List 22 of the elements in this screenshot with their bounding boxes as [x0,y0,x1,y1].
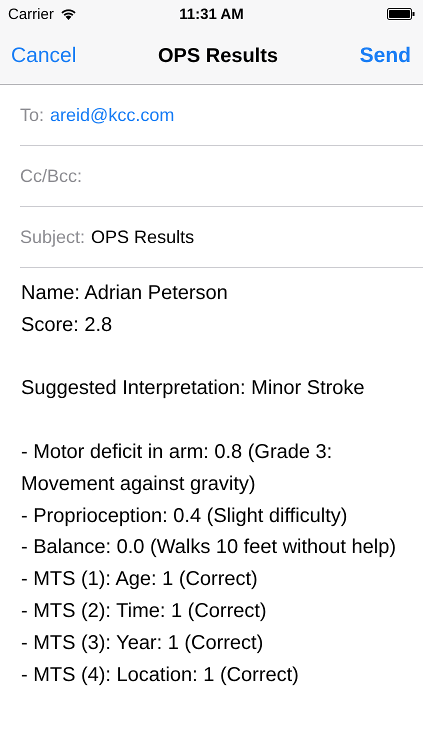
field-label: Subject: [20,226,86,248]
nav-title: OPS Results [158,44,278,68]
send-button[interactable]: Send [360,44,411,68]
message-line: - MTS (2): Time: 1 (Correct) [21,598,268,624]
message-line: - Proprioception: 0.4 (Slight difficulty) [21,504,348,529]
message-line: Score: 2.8 [21,312,114,338]
recipient-address[interactable]: areid@kcc.com [50,104,174,126]
message-line: Suggested Interpretation: Minor Stroke [21,376,366,402]
message-line: - MTS (3): Year: 1 (Correct) [21,630,264,656]
field-label: To: [20,104,44,126]
message-line: - MTS (1): Age: 1 (Correct) [21,567,259,592]
field-label: Cc/Bcc: [20,166,82,186]
subject-value[interactable]: OPS Results [91,226,194,248]
message-line: - Motor deficit in arm: 0.8 (Grade 3: Movement against gravity) [21,440,334,497]
battery-icon [386,8,415,20]
message-line: - MTS (4): Location: 1 (Correct) [21,662,300,688]
message-line: Name: Adrian Peterson [21,281,229,306]
carrier-name: Carrier [8,6,54,22]
cancel-button[interactable]: Cancel [11,44,76,68]
wifi-icon [60,8,77,20]
status-time: 11:31 AM [179,6,244,22]
message-line: - Balance: 0.0 (Walks 10 feet without help) [21,535,397,560]
